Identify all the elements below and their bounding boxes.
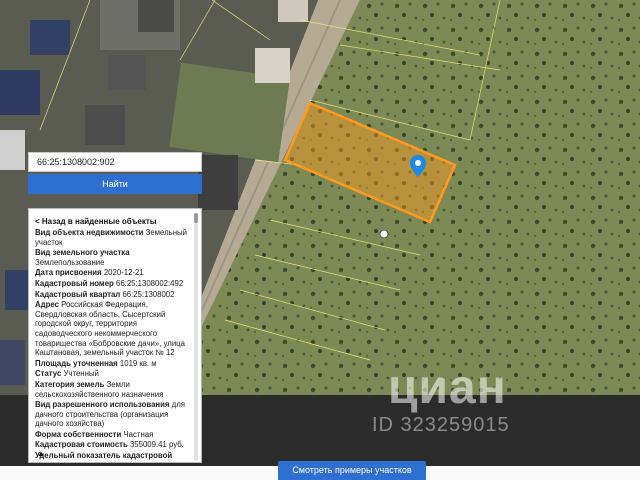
info-row: Дата присвоения 2020-12-21: [35, 268, 189, 278]
info-row-value: Землепользование: [35, 257, 105, 267]
info-row-value: 66:25:1308002:492: [115, 278, 184, 288]
info-row-key: Вид земельного участка: [35, 248, 130, 258]
watermark-brand: циан: [388, 361, 507, 414]
info-row-key: Дата присвоения: [35, 268, 102, 278]
cadastral-search-input[interactable]: 66:25:1308002:902: [28, 152, 202, 172]
info-row-value: Учтенный: [63, 369, 99, 379]
info-row: Статус Учтенный: [35, 369, 189, 379]
map-pin-icon[interactable]: [410, 155, 426, 177]
view-parcel-examples-button[interactable]: Смотреть примеры участков: [278, 461, 426, 480]
info-row-value: Частная: [123, 429, 154, 439]
scrollbar-thumb[interactable]: [194, 213, 198, 223]
info-row: Вид земельного участка Землепользование: [35, 248, 189, 267]
info-row-key: Адрес: [35, 300, 59, 310]
info-row: Площадь уточненная 1019 кв. м: [35, 359, 189, 369]
info-row-value: 1019 кв. м: [119, 358, 157, 368]
info-row-key: Вид объекта недвижимости: [35, 228, 144, 237]
scroll-down-arrow-icon[interactable]: ▲: [37, 449, 45, 458]
info-row: Форма собственности Частная: [35, 430, 189, 440]
watermark-id: ID 323259015: [372, 414, 510, 436]
back-to-results-link[interactable]: < Назад в найденные объекты: [35, 217, 189, 226]
info-row-key: Статус: [35, 369, 62, 379]
object-info-panel: < Назад в найденные объекты Вид объекта …: [28, 208, 202, 463]
info-row: Удельный показатель кадастровой стоимост…: [35, 451, 189, 462]
info-row: Кадастровый квартал 66:25:1308002: [35, 290, 189, 300]
find-button[interactable]: Найти: [28, 174, 202, 194]
info-row: Кадастровая стоимость 355009.41 руб.: [35, 440, 189, 450]
info-row: Кадастровый номер 66:25:1308002:492: [35, 279, 189, 289]
info-row-key: Форма собственности: [35, 429, 122, 439]
info-row-key: Вид разрешенного использования: [35, 400, 170, 410]
info-row: Вид объекта недвижимости Земельный участ…: [35, 228, 189, 247]
info-row-key: Кадастровый номер: [35, 278, 114, 288]
info-row-value: 2020-12-21: [103, 268, 144, 278]
info-row: Адрес Российская Федерация, Свердловская…: [35, 300, 189, 358]
hand-cursor-icon: [379, 229, 389, 239]
info-row-value: 66:25:1308002: [122, 289, 175, 299]
info-row-key: Кадастровый квартал: [35, 289, 121, 299]
info-row-key: Площадь уточненная: [35, 358, 118, 368]
info-row-key: Кадастровая стоимость: [35, 440, 128, 450]
info-row-value: 355009.41 руб.: [129, 440, 184, 450]
info-rows: Вид объекта недвижимости Земельный участ…: [35, 228, 189, 462]
info-row: Вид разрешенного использования для дачно…: [35, 400, 189, 429]
info-row: Категория земель Земли сельскохозяйствен…: [35, 380, 189, 399]
info-row-key: Категория земель: [35, 379, 105, 389]
info-row-value: 348.39 руб./кв. м: [78, 461, 138, 462]
scrollbar-track[interactable]: [194, 213, 198, 461]
